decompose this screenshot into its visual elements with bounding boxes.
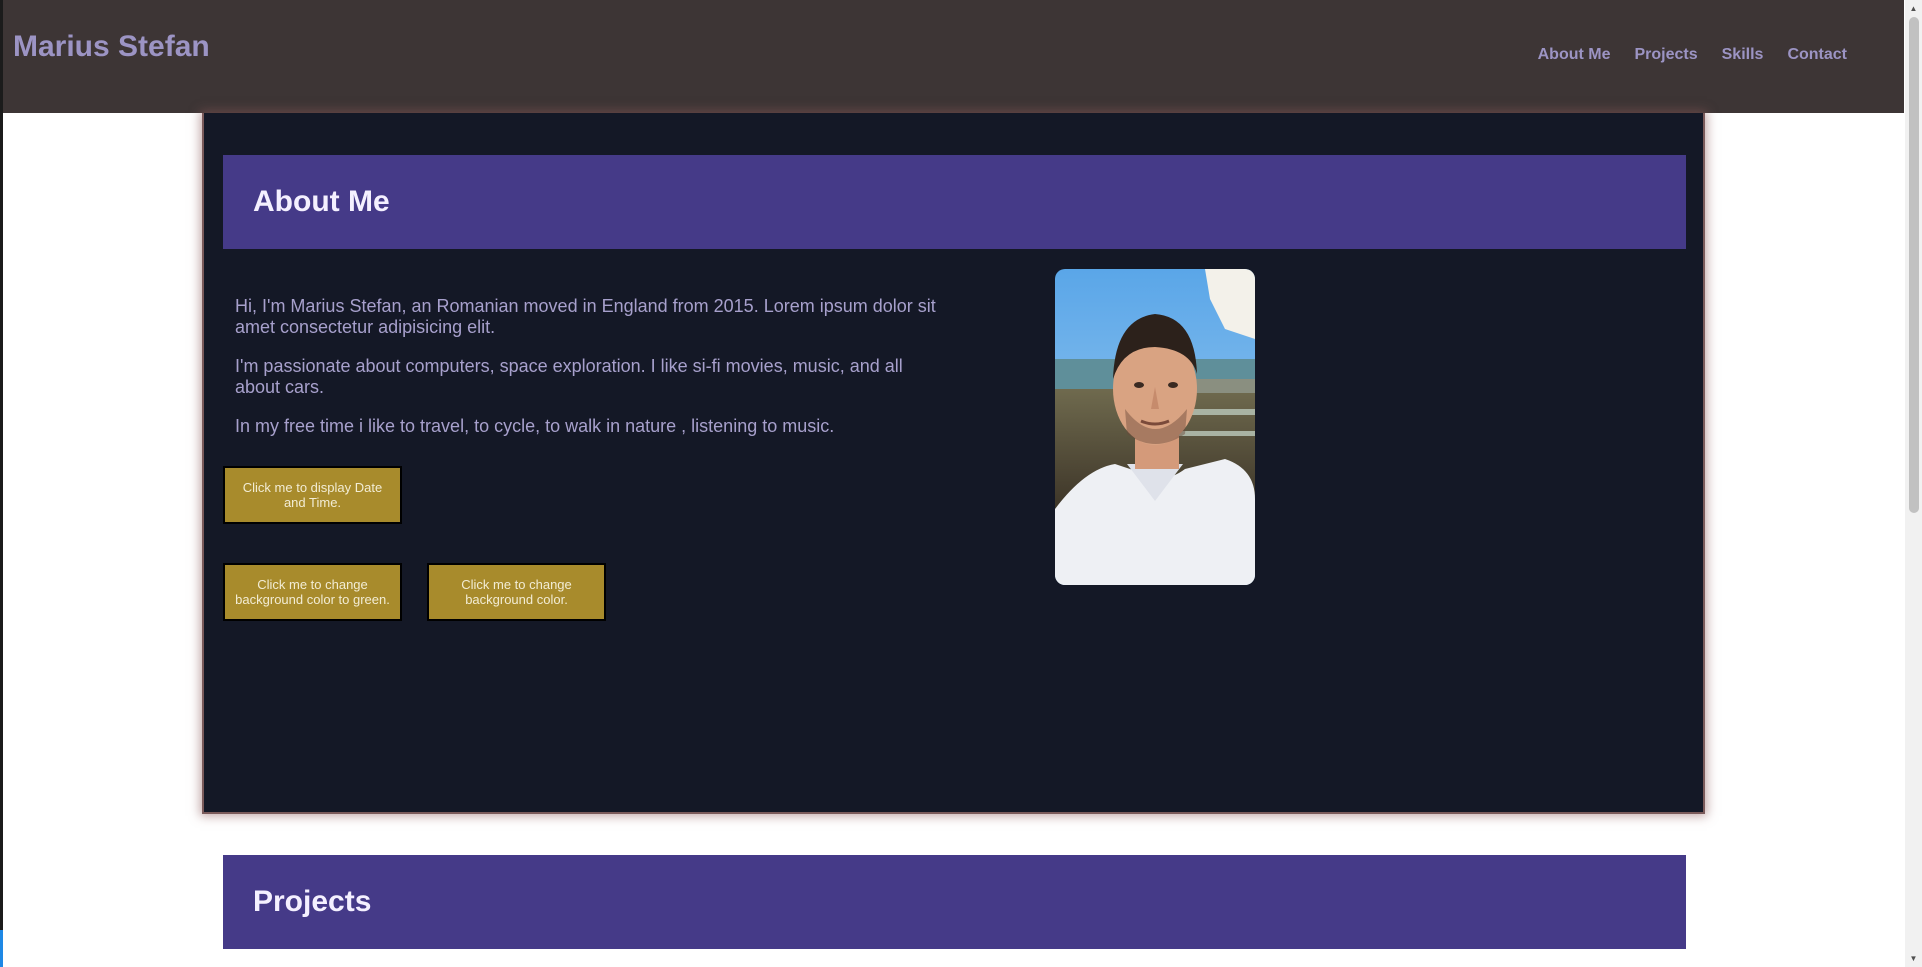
scroll-up-arrow-icon[interactable]: ▲ (1905, 0, 1922, 17)
site-header: Marius Stefan About Me Projects Skills C… (3, 0, 1904, 113)
nav-link-projects[interactable]: Projects (1622, 46, 1709, 64)
nav-link-contact[interactable]: Contact (1775, 46, 1859, 64)
nav-link-skills[interactable]: Skills (1710, 46, 1776, 64)
projects-title: Projects (253, 885, 372, 918)
main-nav: About Me Projects Skills Contact (1526, 46, 1859, 64)
about-title: About Me (253, 185, 390, 218)
page-scrollbar[interactable]: ▲ ▼ (1905, 0, 1922, 967)
scrollbar-thumb[interactable] (1909, 17, 1919, 513)
about-banner: About Me (223, 155, 1686, 249)
window-left-accent (0, 930, 3, 967)
site-brand[interactable]: Marius Stefan (13, 30, 210, 64)
projects-banner: Projects (223, 855, 1686, 949)
scroll-down-arrow-icon[interactable]: ▼ (1905, 950, 1922, 967)
about-paragraph-intro: Hi, I'm Marius Stefan, an Romanian moved… (235, 296, 936, 337)
change-bg-green-button[interactable]: Click me to change background color to g… (223, 563, 402, 621)
display-date-time-button[interactable]: Click me to display Date and Time. (223, 466, 402, 524)
about-paragraph-passions: I'm passionate about computers, space ex… (235, 356, 903, 397)
nav-link-about-me[interactable]: About Me (1526, 46, 1623, 64)
change-bg-color-button[interactable]: Click me to change background color. (427, 563, 606, 621)
window-left-edge (0, 0, 3, 967)
about-paragraph-free-time: In my free time i like to travel, to cyc… (235, 416, 835, 436)
profile-photo (1055, 269, 1255, 585)
about-text: Hi, I'm Marius Stefan, an Romanian moved… (235, 296, 945, 455)
